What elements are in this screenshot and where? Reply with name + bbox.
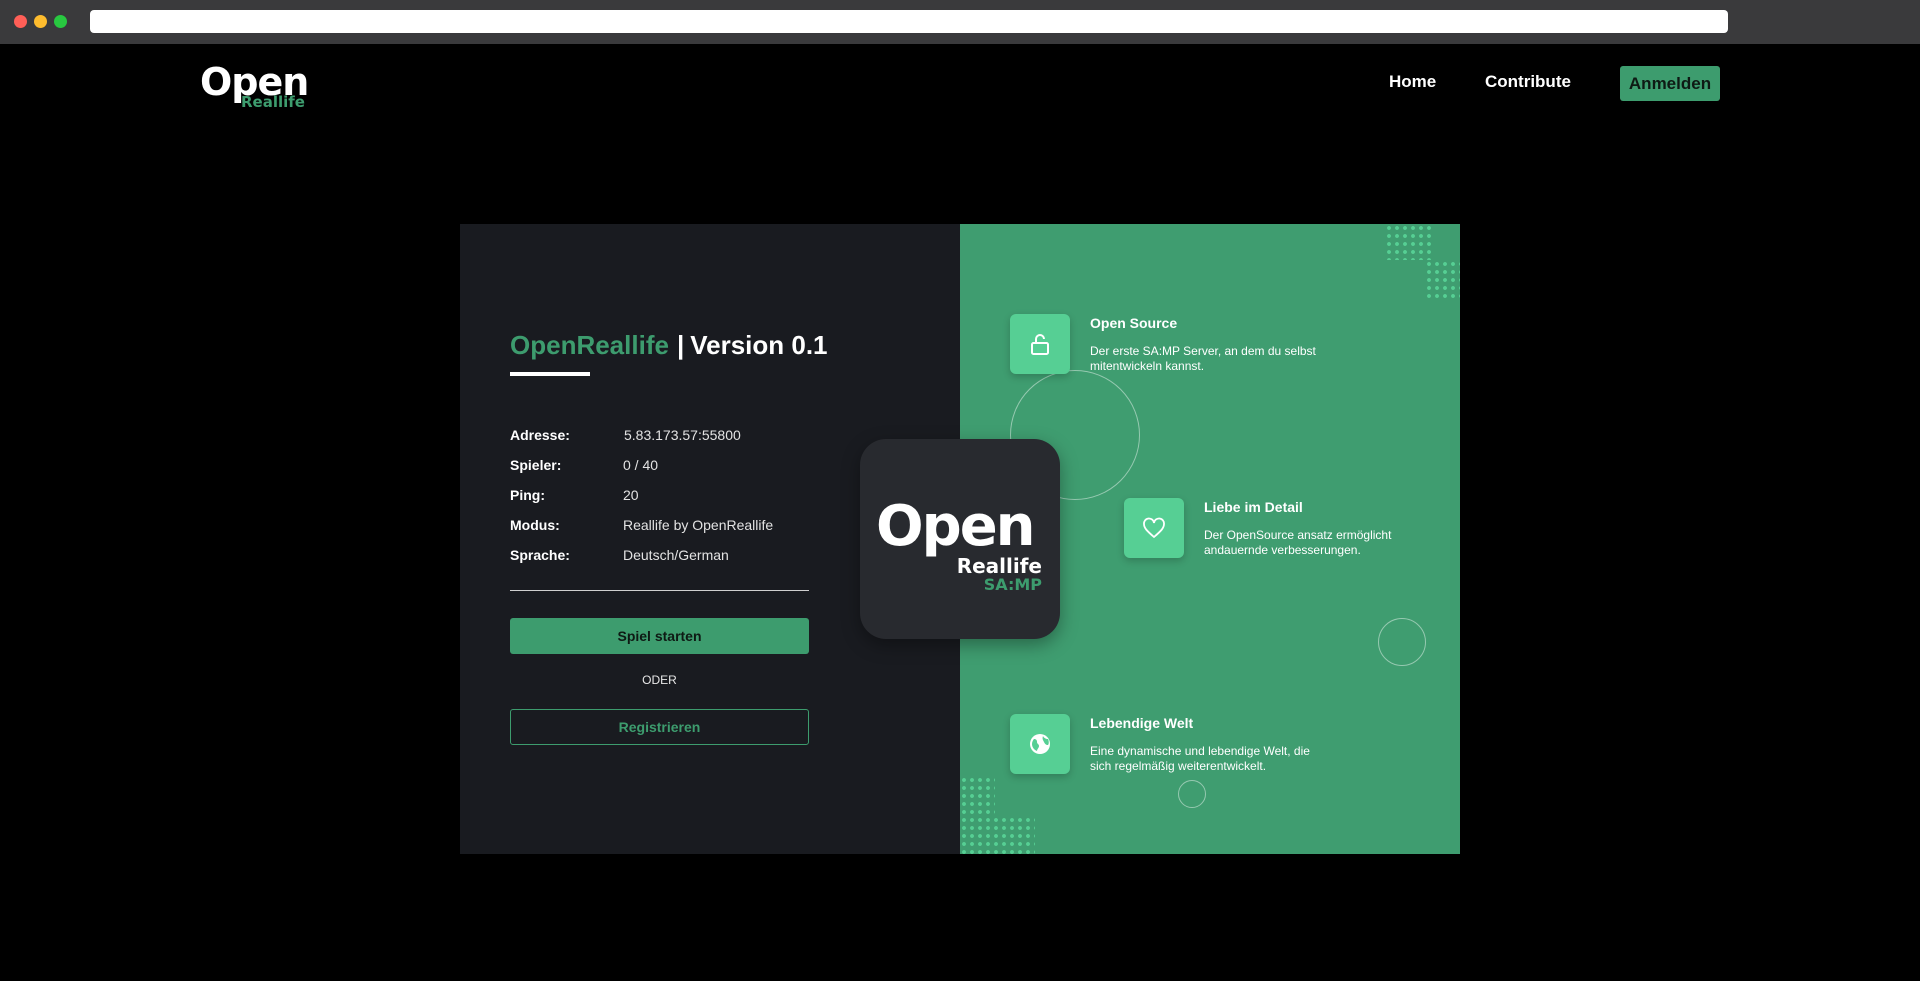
info-value: Reallife by OpenReallife	[623, 517, 774, 533]
feature-description: Eine dynamische und lebendige Welt, die …	[1090, 744, 1310, 773]
address-bar[interactable]	[90, 10, 1728, 33]
info-label: Modus:	[510, 517, 560, 533]
dot-pattern	[960, 776, 995, 816]
info-label: Adresse:	[510, 427, 570, 443]
open-source-icon-box	[1010, 314, 1070, 374]
title-separator: |	[676, 330, 685, 360]
dot-pattern	[1385, 224, 1435, 260]
dot-pattern	[1425, 260, 1460, 300]
feature-description: Der erste SA:MP Server, an dem du selbst…	[1090, 344, 1316, 373]
app-logo-samp-text: SA:MP	[983, 575, 1042, 594]
globe-icon	[1030, 734, 1050, 754]
page-title: OpenReallife | Version 0.1	[510, 330, 828, 361]
app-logo: Open Reallife SA:MP	[860, 439, 1060, 639]
feature-title: Open Source	[1090, 315, 1178, 331]
app-logo-reallife-text: Reallife	[956, 554, 1042, 578]
info-label: Spieler:	[510, 457, 562, 473]
decorative-circle	[1178, 780, 1206, 808]
info-value: Deutsch/German	[623, 547, 729, 563]
login-button[interactable]: Anmelden	[1620, 66, 1720, 101]
play-button[interactable]: Spiel starten	[510, 618, 809, 654]
close-window-icon[interactable]	[14, 15, 27, 28]
app-logo-open-text: Open	[876, 494, 1036, 559]
feature-title: Lebendige Welt	[1090, 715, 1194, 731]
nav-contribute-link[interactable]: Contribute	[1485, 72, 1571, 92]
info-label: Sprache:	[510, 547, 570, 563]
title-underline	[510, 372, 590, 376]
info-value: 5.83.173.57:55800	[624, 427, 741, 443]
info-value: 20	[623, 487, 639, 503]
browser-toolbar	[0, 0, 1920, 44]
unlock-icon	[1031, 334, 1049, 355]
feature-description: Der OpenSource ansatz ermöglicht andauer…	[1204, 528, 1392, 557]
or-separator: ODER	[642, 673, 677, 687]
feature-title: Liebe im Detail	[1204, 499, 1303, 515]
logo-reallife-text: Reallife	[241, 93, 305, 111]
register-button[interactable]: Registrieren	[510, 709, 809, 745]
divider	[510, 590, 809, 591]
title-brand: OpenReallife	[510, 330, 669, 360]
nav-home-link[interactable]: Home	[1389, 72, 1436, 92]
title-version: Version 0.1	[690, 330, 828, 360]
world-icon-box	[1010, 714, 1070, 774]
dot-pattern	[960, 816, 1035, 854]
minimize-window-icon[interactable]	[34, 15, 47, 28]
maximize-window-icon[interactable]	[54, 15, 67, 28]
heart-icon	[1143, 517, 1165, 539]
decorative-circle	[1378, 618, 1426, 666]
info-value: 0 / 40	[623, 457, 659, 473]
detail-icon-box	[1124, 498, 1184, 558]
site-logo[interactable]: Open Reallife	[200, 60, 310, 115]
info-label: Ping:	[510, 487, 545, 503]
